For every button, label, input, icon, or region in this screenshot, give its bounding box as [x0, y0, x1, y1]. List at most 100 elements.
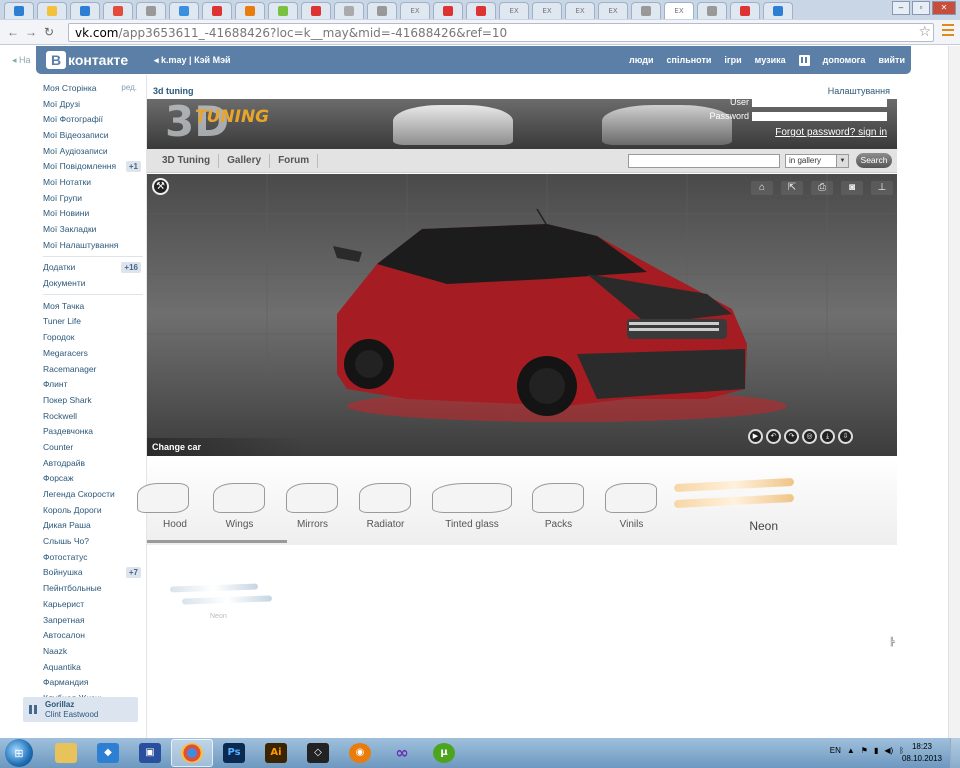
rotate-right-icon[interactable]: ↷ [784, 429, 799, 444]
browser-tab[interactable]: EX [664, 1, 694, 19]
left-menu-item[interactable]: Counter [36, 439, 144, 455]
part-category-item[interactable]: Neon [668, 457, 798, 545]
print-icon[interactable]: ⎙ [811, 181, 833, 195]
language-indicator[interactable]: EN [830, 746, 841, 755]
vk-logo[interactable]: В контакте [46, 51, 128, 69]
left-menu-item[interactable]: Aquantika [36, 659, 144, 675]
browser-tab[interactable] [334, 1, 364, 19]
address-bar[interactable]: vk.com/app3653611_-41688426?loc=k__may&m… [68, 23, 934, 42]
sign-in-link[interactable]: sign in [858, 127, 887, 138]
browser-tab[interactable] [235, 1, 265, 19]
left-menu-item[interactable]: Мої Друзі [36, 96, 144, 112]
left-menu-item[interactable]: Флинт [36, 376, 144, 392]
user-field[interactable] [752, 99, 887, 107]
browser-tab[interactable] [433, 1, 463, 19]
edit-link[interactable]: ред. [121, 83, 137, 92]
left-menu-item[interactable]: Мої Фотографії [36, 111, 144, 127]
browser-tab[interactable]: EX [532, 1, 562, 19]
gallery-search-input[interactable] [628, 154, 780, 168]
left-menu-item[interactable]: Моя Тачка [36, 298, 144, 314]
taskbar-infinity[interactable]: ∞ [381, 739, 423, 767]
left-menu-item[interactable]: Megaracers [36, 345, 144, 361]
left-menu-item[interactable]: Naazk [36, 643, 144, 659]
share-icon[interactable]: ⇱ [781, 181, 803, 195]
download-icon[interactable]: ⇩ [838, 429, 853, 444]
flag-icon[interactable]: ⚑ [861, 746, 868, 755]
left-menu-item[interactable]: Мої Відеозаписи [36, 127, 144, 143]
clock[interactable]: 18:23 08.10.2013 [902, 741, 942, 765]
start-button[interactable]: ⊞ [5, 739, 33, 767]
nav-people[interactable]: люди [629, 55, 654, 65]
home-icon[interactable]: ⌂ [751, 181, 773, 195]
left-menu-item[interactable]: Король Дороги [36, 502, 144, 518]
left-menu-item[interactable]: Запретная [36, 612, 144, 628]
left-menu-item[interactable]: Фотостатус [36, 549, 144, 565]
reload-icon[interactable]: ↻ [40, 25, 58, 39]
left-menu-item[interactable]: Карьерист [36, 596, 144, 612]
left-menu-item[interactable]: Документи [36, 275, 144, 291]
left-menu-item[interactable]: Дикая Раша [36, 518, 144, 534]
taskbar-blender[interactable]: ◉ [339, 739, 381, 767]
screenshot-icon[interactable]: ◎ [802, 429, 817, 444]
browser-tab[interactable] [70, 1, 100, 19]
minimize-button[interactable]: – [892, 1, 910, 15]
rotate-left-icon[interactable]: ↶ [766, 429, 781, 444]
part-category-item[interactable]: Packs [522, 457, 595, 545]
browser-tab[interactable] [301, 1, 331, 19]
tab-gallery[interactable]: Gallery [219, 153, 271, 168]
tab-forum[interactable]: Forum [270, 153, 319, 168]
pause-icon[interactable] [29, 705, 39, 715]
search-scope-select[interactable]: in gallery ▼ [785, 154, 849, 168]
left-menu-item[interactable]: Войнушка +7 [36, 565, 144, 581]
browser-tab[interactable] [730, 1, 760, 19]
nav-help[interactable]: допомога [823, 55, 866, 65]
nav-games[interactable]: ігри [724, 55, 741, 65]
taskbar-utorrent[interactable]: µ [423, 739, 465, 767]
left-menu-item[interactable]: Пейнтбольные [36, 580, 144, 596]
browser-tab[interactable] [202, 1, 232, 19]
back-arrow-icon[interactable]: ← [4, 25, 22, 39]
browser-tab[interactable] [631, 1, 661, 19]
maximize-button[interactable]: ▫ [912, 1, 930, 15]
left-menu-item[interactable]: Покер Shark [36, 392, 144, 408]
left-menu-item[interactable]: Racemanager [36, 361, 144, 377]
chrome-menu-icon[interactable] [942, 24, 954, 38]
left-menu-item[interactable]: Tuner Life [36, 314, 144, 330]
left-menu-item[interactable]: Мої Новини [36, 206, 144, 222]
forgot-password-link[interactable]: Forgot password? [775, 127, 855, 138]
left-menu-item[interactable]: Мої Повідомлення +1 [36, 158, 144, 174]
password-field[interactable] [752, 112, 887, 121]
browser-tab[interactable]: EX [565, 1, 595, 19]
left-menu-item[interactable]: Фармандия [36, 674, 144, 690]
nav-logout[interactable]: вийти [878, 55, 905, 65]
left-menu-item[interactable]: Городок [36, 329, 144, 345]
wrench-icon[interactable]: ⚒ [152, 178, 169, 195]
browser-tab[interactable] [4, 1, 34, 19]
browser-tab[interactable] [268, 1, 298, 19]
network-icon[interactable]: ▮ [874, 746, 878, 755]
audio-mini-player[interactable]: Gorillaz Clint Eastwood [23, 697, 138, 722]
taskbar-dropbox[interactable]: ◆ [87, 739, 129, 767]
nav-music[interactable]: музика [755, 55, 786, 65]
browser-tab[interactable] [763, 1, 793, 19]
left-menu-item[interactable]: Мої Групи [36, 190, 144, 206]
left-menu-item[interactable]: Мої Налаштування [36, 237, 144, 253]
left-menu-item[interactable]: Слышь Чо? [36, 533, 144, 549]
taskbar-photoshop[interactable]: Ps [213, 739, 255, 767]
back-link[interactable]: ◂ На [12, 55, 31, 66]
tray-arrow-icon[interactable]: ▲ [847, 746, 855, 755]
part-category-item[interactable]: Wings [203, 457, 276, 545]
browser-tab[interactable] [103, 1, 133, 19]
browser-tab[interactable] [466, 1, 496, 19]
browser-tab[interactable] [136, 1, 166, 19]
browser-tab[interactable]: EX [598, 1, 628, 19]
left-menu-item[interactable]: Легенда Скорости [36, 486, 144, 502]
change-car-button[interactable]: Change car [147, 438, 307, 456]
left-menu-item[interactable]: Автодрайв [36, 455, 144, 471]
tab-3d-tuning[interactable]: 3D Tuning [154, 153, 220, 168]
forward-arrow-icon[interactable]: → [22, 25, 40, 39]
camera-icon[interactable]: ◙ [841, 181, 863, 195]
left-menu-item[interactable]: Форсаж [36, 471, 144, 487]
save-icon[interactable]: ⤓ [820, 429, 835, 444]
part-category-item[interactable]: Radiator [349, 457, 422, 545]
